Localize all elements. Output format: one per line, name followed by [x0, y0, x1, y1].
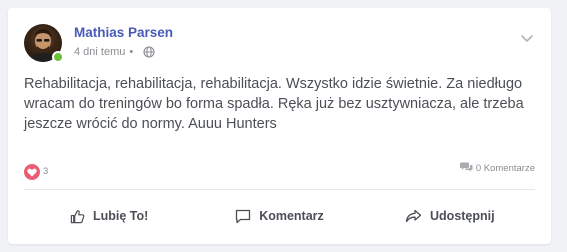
chevron-down-icon[interactable]: [519, 30, 535, 46]
divider: [24, 189, 535, 190]
comments-count-label: 0 Komentarze: [475, 162, 535, 174]
like-button-label: Lubię To!: [93, 209, 149, 223]
like-button[interactable]: Lubię To!: [24, 196, 194, 236]
post-header: Mathias Parsen 4 dni temu •: [24, 24, 535, 68]
comment-bubbles-icon: [459, 161, 473, 175]
author-avatar-wrap[interactable]: [24, 24, 64, 63]
post-text: Rehabilitacja, rehabilitacja, rehabilita…: [24, 76, 524, 132]
author-name[interactable]: Mathias Parsen: [74, 25, 173, 40]
post-card: Mathias Parsen 4 dni temu • Rehabilitacj…: [8, 8, 551, 244]
post-time[interactable]: 4 dni temu: [74, 46, 125, 58]
share-icon: [405, 209, 422, 223]
comments-count[interactable]: 0 Komentarze: [459, 161, 535, 175]
comment-button-label: Komentarz: [259, 209, 324, 223]
globe-icon: [143, 46, 155, 58]
heart-icon[interactable]: [24, 164, 40, 180]
comment-button[interactable]: Komentarz: [194, 196, 364, 236]
post-stats: 3 0 Komentarze: [24, 160, 535, 180]
post-actions: Lubię To! Komentarz Udostępnij: [24, 196, 535, 236]
post-meta: 4 dni temu •: [74, 46, 155, 58]
share-button[interactable]: Udostępnij: [365, 196, 535, 236]
reaction-count[interactable]: 3: [43, 166, 48, 177]
thumbs-up-icon: [70, 209, 85, 224]
meta-separator: •: [129, 46, 134, 58]
comment-icon: [235, 209, 251, 224]
share-button-label: Udostępnij: [430, 209, 495, 223]
online-status-dot: [52, 51, 64, 63]
